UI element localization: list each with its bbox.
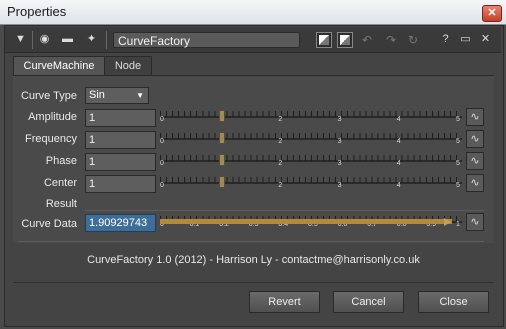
curve-data-field[interactable]: 1.90929743 (85, 214, 156, 232)
amplitude-slider[interactable]: 012345 (160, 110, 462, 124)
slider-tick-label: 5 (456, 182, 460, 189)
slider-tick-label: 3 (337, 160, 342, 167)
slider-handle[interactable] (219, 132, 226, 144)
frequency-label: Frequency (25, 133, 77, 145)
slider-ticks (160, 133, 462, 139)
slider-tick-label: 4 (396, 138, 401, 145)
center-field[interactable]: 1 (85, 175, 156, 193)
tab-node[interactable]: Node (104, 56, 152, 77)
panel-close-icon[interactable]: ✕ (477, 31, 494, 48)
slider-tick-label: 2 (278, 138, 283, 145)
slider-ticks (160, 111, 462, 117)
menu-triangle-icon[interactable]: ▼ (12, 31, 29, 48)
frequency-curve-icon[interactable]: ∿ (466, 130, 484, 148)
slider-tick-label: 1 (456, 221, 460, 228)
slider-tick-label: 0 (160, 182, 164, 189)
footer-divider (18, 241, 484, 242)
toolbar-separator (32, 31, 33, 49)
plug-icon[interactable]: ✦ (83, 31, 100, 48)
slider-overflow-marker (444, 218, 451, 226)
phase-label: Phase (45, 155, 77, 167)
result-separator (85, 210, 484, 211)
slider-handle[interactable] (219, 154, 226, 166)
curve-data-label: Curve Data (21, 218, 77, 230)
slider-tick-label: 3 (337, 116, 342, 123)
slider-tick-label: 2 (278, 116, 283, 123)
button-bar-separator (13, 282, 494, 283)
revert-button[interactable]: Revert (249, 291, 320, 313)
amplitude-curve-icon[interactable]: ∿ (466, 108, 484, 126)
curve-type-label: Curve Type (20, 90, 77, 102)
amplitude-field[interactable]: 1 (85, 109, 156, 127)
curve-type-select[interactable]: Sin ▼ (85, 87, 149, 104)
cancel-button[interactable]: Cancel (333, 291, 404, 313)
slider-ticks (160, 177, 462, 183)
slider-tick-label: 2 (278, 160, 283, 167)
slider-tick-label: 3 (337, 182, 342, 189)
slider-tick-label: 5 (456, 160, 460, 167)
slider-tick-label: 0 (160, 160, 164, 167)
slider-tick-label: 4 (396, 160, 401, 167)
redo-icon[interactable]: ↷ (382, 32, 400, 48)
toggle-alt-icon[interactable] (337, 32, 353, 48)
slider-ticks (160, 155, 462, 161)
help-button[interactable]: ? (437, 31, 454, 48)
slider-tick-label: 5 (456, 116, 460, 123)
slider-tick-label: 0 (160, 116, 164, 123)
slider-tick-label: 2 (278, 182, 283, 189)
slider-fill (160, 219, 452, 224)
frequency-slider[interactable]: 012345 (160, 132, 462, 146)
curve-data-curve-icon[interactable]: ∿ (466, 213, 484, 231)
window-titlebar (0, 0, 506, 25)
tab-curvemachine[interactable]: CurveMachine (13, 56, 105, 76)
frequency-field[interactable]: 1 (85, 131, 156, 149)
center-label: Center (43, 177, 77, 189)
center-curve-icon[interactable]: ∿ (466, 174, 484, 192)
slider-handle[interactable] (219, 176, 226, 188)
curve-type-value: Sin (89, 89, 105, 101)
record-icon[interactable]: ◉ (36, 31, 53, 48)
close-button[interactable]: Close (418, 291, 489, 313)
float-panel-icon[interactable]: ▭ (457, 31, 474, 48)
toolbar-separator (106, 31, 107, 49)
slider-tick-label: 3 (337, 138, 342, 145)
toggle-icon[interactable] (316, 32, 332, 48)
slider-tick-label: 0 (160, 138, 164, 145)
camera-icon[interactable]: ▬ (59, 31, 76, 48)
window-close-button[interactable]: ✕ (482, 5, 502, 22)
phase-slider[interactable]: 012345 (160, 154, 462, 168)
node-name-input[interactable]: CurveFactory (113, 32, 300, 48)
chevron-down-icon: ▼ (136, 91, 144, 100)
phase-curve-icon[interactable]: ∿ (466, 152, 484, 170)
window-title: Properties (7, 4, 67, 19)
slider-tick-label: 4 (396, 116, 401, 123)
slider-handle[interactable] (219, 110, 226, 122)
slider-tick-label: 4 (396, 182, 401, 189)
amplitude-label: Amplitude (28, 111, 77, 123)
undo-icon[interactable]: ↶ (358, 32, 376, 48)
credit-text: CurveFactory 1.0 (2012) - Harrison Ly - … (87, 254, 420, 266)
refresh-icon[interactable]: ↻ (404, 32, 422, 48)
center-slider[interactable]: 012345 (160, 176, 462, 190)
slider-tick-label: 5 (456, 138, 460, 145)
curve-data-slider[interactable]: 0 0.1 0.2 0.3 0.4 0.5 0.6 0.7 0.8 0.9 1 (160, 215, 462, 229)
phase-field[interactable]: 1 (85, 153, 156, 171)
result-label: Result (45, 198, 77, 210)
